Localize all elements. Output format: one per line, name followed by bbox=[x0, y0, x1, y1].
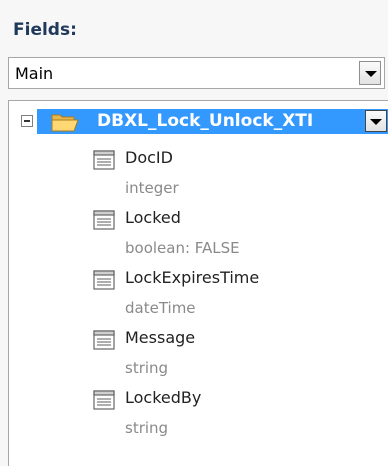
collapse-icon[interactable] bbox=[21, 115, 33, 127]
tree-root-group[interactable]: DBXL_Lock_Unlock_XTI bbox=[37, 109, 388, 134]
field-node-docid[interactable]: DocID integer bbox=[93, 146, 383, 206]
field-node-locked[interactable]: Locked boolean: FALSE bbox=[93, 206, 383, 266]
group-name: DBXL_Lock_Unlock_XTI bbox=[97, 111, 314, 131]
field-name: LockExpiresTime bbox=[125, 268, 260, 287]
field-node-lockexpirestime[interactable]: LockExpiresTime dateTime bbox=[93, 266, 383, 326]
group-menu-button[interactable] bbox=[365, 110, 387, 132]
data-source-value: Main bbox=[15, 64, 54, 83]
field-node-icon bbox=[93, 330, 115, 350]
field-type: string bbox=[125, 359, 169, 377]
field-node-icon bbox=[93, 270, 115, 290]
open-folder-icon bbox=[51, 114, 79, 132]
field-type: string bbox=[125, 419, 169, 437]
field-name: LockedBy bbox=[125, 388, 202, 407]
fields-tree: DBXL_Lock_Unlock_XTI DocID integer Locke… bbox=[8, 100, 388, 466]
chevron-down-icon bbox=[370, 119, 382, 125]
field-name: Locked bbox=[125, 208, 181, 227]
field-name: Message bbox=[125, 328, 196, 347]
field-type: integer bbox=[125, 179, 179, 197]
fields-label: Fields: bbox=[13, 20, 77, 40]
field-node-message[interactable]: Message string bbox=[93, 326, 383, 386]
field-node-icon bbox=[93, 150, 115, 170]
field-type: boolean: FALSE bbox=[125, 239, 240, 257]
chevron-down-icon bbox=[365, 71, 377, 77]
field-node-lockedby[interactable]: LockedBy string bbox=[93, 386, 383, 446]
field-node-icon bbox=[93, 390, 115, 410]
dropdown-button[interactable] bbox=[359, 61, 381, 85]
field-node-icon bbox=[93, 210, 115, 230]
data-source-dropdown[interactable]: Main bbox=[8, 57, 385, 89]
field-name: DocID bbox=[125, 148, 173, 167]
field-type: dateTime bbox=[125, 299, 196, 317]
